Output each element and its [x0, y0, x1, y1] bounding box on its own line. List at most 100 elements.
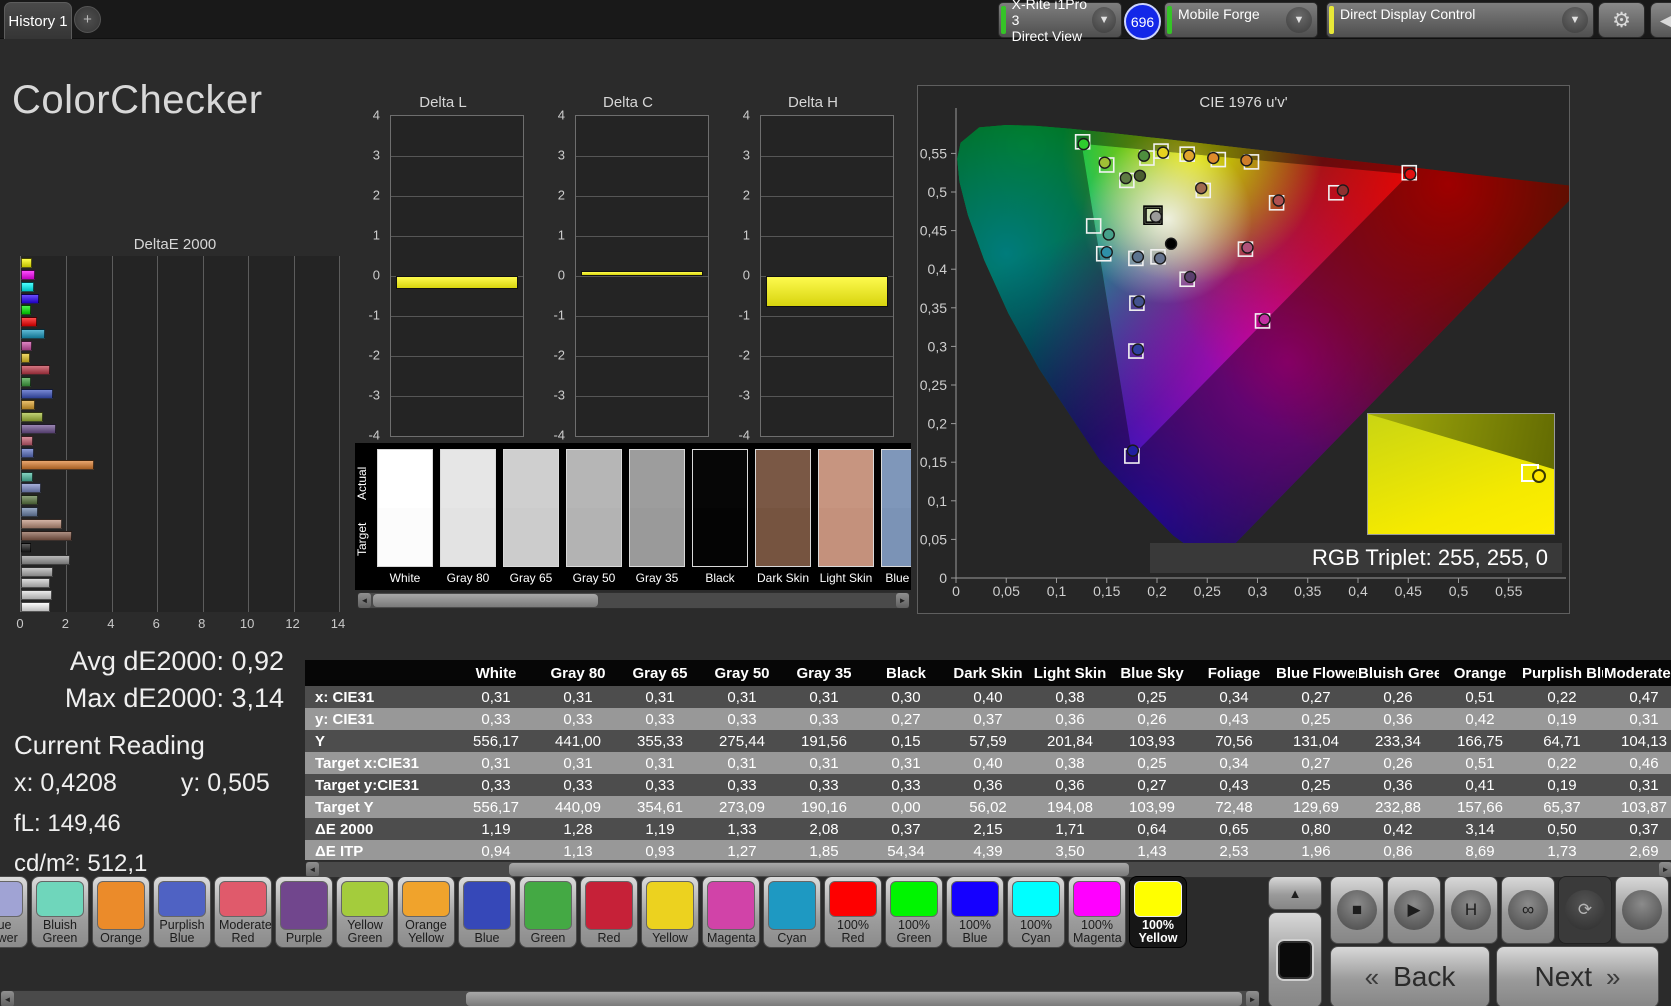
y-tick-label: -2: [368, 347, 380, 363]
patch-gray-50[interactable]: Gray 50: [566, 449, 622, 585]
patch-dark-skin[interactable]: Dark Skin: [755, 449, 811, 585]
scroll-left-icon[interactable]: ◄: [358, 593, 371, 608]
actual-swatch: [630, 450, 684, 508]
loop-icon: ⟳: [1565, 890, 1605, 930]
table-cell: 441,00: [537, 730, 619, 752]
pattern-window-icon: [1276, 939, 1314, 981]
stop-button[interactable]: ■: [1330, 876, 1384, 944]
patch-button-100-cyan[interactable]: 100% Cyan: [1007, 876, 1065, 948]
patch-button-bluish-green[interactable]: Bluish Green: [31, 876, 89, 948]
patch-button-label: Purple: [285, 930, 323, 945]
patch-gray-80[interactable]: Gray 80: [440, 449, 496, 585]
table-cell: 103,99: [1111, 796, 1193, 818]
patch-button-purple[interactable]: Purple: [275, 876, 333, 948]
pattern-up-button[interactable]: ▲: [1268, 876, 1322, 910]
scroll-right-icon[interactable]: ►: [1659, 862, 1671, 877]
table-cell: 1,28: [537, 818, 619, 840]
settings-button[interactable]: ⚙: [1598, 2, 1645, 38]
actual-row-label: Actual: [355, 466, 369, 500]
table-cell: 0,33: [865, 774, 947, 796]
patch-black[interactable]: Black: [692, 449, 748, 585]
table-cell: 0,27: [865, 708, 947, 730]
scroll-right-icon[interactable]: ►: [1246, 991, 1259, 1006]
patch-button-100-magenta[interactable]: 100% Magenta: [1068, 876, 1126, 948]
scroll-right-icon[interactable]: ►: [896, 593, 909, 608]
patch-button-blue[interactable]: Blue: [458, 876, 516, 948]
table-cell: 0,36: [947, 774, 1029, 796]
patch-button-red[interactable]: Red: [580, 876, 638, 948]
marker-button[interactable]: H: [1444, 876, 1498, 944]
patch-button-cyan[interactable]: Cyan: [763, 876, 821, 948]
patch-button-100-blue[interactable]: 100% Blue: [946, 876, 1004, 948]
table-cell: 0,15: [865, 730, 947, 752]
patch-button-100-red[interactable]: 100% Red: [824, 876, 882, 948]
patch-button-yellow[interactable]: Yellow: [641, 876, 699, 948]
patch-button-label: Bluish Green: [42, 917, 78, 945]
strip-scrollbar-thumb[interactable]: [373, 594, 598, 607]
patch-button-moderate-red[interactable]: Moderate Red: [214, 876, 272, 948]
deltae-bar-blue-sky: [21, 507, 38, 518]
patch-swatch: [566, 449, 622, 567]
strip-scrollbar[interactable]: ◄ ►: [357, 592, 910, 609]
table-cell: 0,40: [947, 752, 1029, 774]
table-row: ΔE ITP 0,94 1,13 0,93 1,27 1,85 54,34 4,39 3,50 1…: [305, 840, 1671, 860]
source-dropdown[interactable]: Mobile Forge ▼: [1164, 2, 1318, 38]
patch-light-skin[interactable]: Light Skin: [818, 449, 874, 585]
delta-c-plot: [575, 115, 709, 437]
x-tick-label: 12: [285, 616, 300, 631]
patch-row-scrollbar-thumb[interactable]: [466, 992, 1242, 1006]
continuous-button[interactable]: ∞: [1501, 876, 1555, 944]
record-button[interactable]: [1615, 876, 1669, 944]
patch-gray-35[interactable]: Gray 35: [629, 449, 685, 585]
loop-button[interactable]: ⟳: [1558, 876, 1612, 944]
scroll-left-icon[interactable]: ◄: [306, 862, 319, 877]
tab-history-1[interactable]: History 1: [4, 2, 72, 39]
patch-color-swatch: [524, 881, 572, 930]
table-cell: 0,38: [1029, 686, 1111, 708]
table-cell: 0,51: [1439, 752, 1521, 774]
patch-button-green[interactable]: Green: [519, 876, 577, 948]
x-tick-label: 14: [330, 616, 346, 631]
patch-button-yellow-green[interactable]: Yellow Green: [336, 876, 394, 948]
actual-swatch: [882, 450, 911, 508]
svg-text:0,35: 0,35: [1294, 583, 1321, 599]
back-button[interactable]: « Back: [1330, 946, 1490, 1006]
patch-white[interactable]: White: [377, 449, 433, 585]
meter-count-badge[interactable]: 696: [1124, 3, 1161, 40]
y-tick-label: -4: [553, 427, 565, 443]
y-tick-label: -1: [738, 307, 750, 323]
patch-button-orange[interactable]: Orange: [92, 876, 150, 948]
patch-blue-sky[interactable]: Blue Sky: [881, 449, 911, 585]
patch-button-purplish-blue[interactable]: Purplish Blue: [153, 876, 211, 948]
patch-color-swatch: [951, 881, 999, 917]
table-scrollbar-thumb[interactable]: [509, 863, 1129, 876]
table-cell: 190,16: [783, 796, 865, 818]
svg-text:0,5: 0,5: [928, 184, 948, 200]
patch-button-label: 100% Cyan: [1020, 917, 1052, 945]
delta-h-title: Delta H: [787, 94, 839, 111]
patch-button-blue-flower[interactable]: Blue Flower: [0, 876, 28, 948]
meter-dropdown[interactable]: X-Rite i1Pro 3 Direct View ▼: [998, 0, 1122, 44]
table-cell: 3,14: [1439, 818, 1521, 840]
patch-color-swatch: [646, 881, 694, 930]
deltae2000-chart-title: DeltaE 2000: [133, 236, 217, 253]
add-tab-button[interactable]: +: [74, 6, 101, 33]
patch-gray-65[interactable]: Gray 65: [503, 449, 559, 585]
pattern-window-button[interactable]: [1268, 912, 1322, 1006]
next-button[interactable]: Next »: [1496, 946, 1659, 1006]
svg-text:0,1: 0,1: [1047, 583, 1067, 599]
table-cell: 0,46: [1603, 752, 1671, 774]
patch-button-100-green[interactable]: 100% Green: [885, 876, 943, 948]
deltae-bar-blue-flower: [21, 483, 42, 494]
scroll-left-icon[interactable]: ◄: [1, 991, 14, 1006]
patch-button-100-yellow[interactable]: 100% Yellow: [1129, 876, 1187, 948]
table-row: Target x:CIE31 0,31 0,31 0,31 0,31 0,31 0,31 0,…: [305, 752, 1671, 774]
workflow-dropdown[interactable]: Direct Display Control ▼: [1326, 2, 1594, 38]
patch-color-swatch: [0, 881, 23, 917]
patch-button-orange-yellow[interactable]: Orange Yellow: [397, 876, 455, 948]
patch-name: Dark Skin: [756, 571, 809, 585]
collapse-panel-button[interactable]: ◀: [1650, 2, 1671, 38]
play-button[interactable]: ▶: [1387, 876, 1441, 944]
patch-button-magenta[interactable]: Magenta: [702, 876, 760, 948]
patch-row-scrollbar[interactable]: ◄ ►: [0, 990, 1260, 1006]
